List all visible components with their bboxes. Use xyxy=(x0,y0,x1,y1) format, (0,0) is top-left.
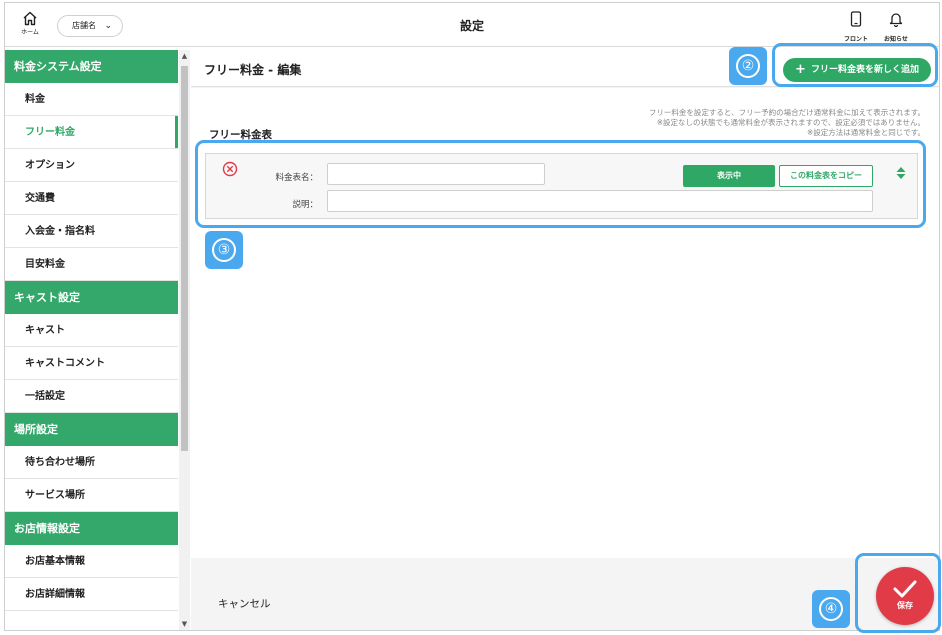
badge-number: ④ xyxy=(819,597,843,621)
highlight-add-button xyxy=(772,43,938,87)
annotation-badge-2: ② xyxy=(729,47,767,85)
annotation-badge-3: ③ xyxy=(205,231,243,269)
sidebar-item-transport-fee[interactable]: 交通費 xyxy=(5,182,178,215)
sidebar-item-admission-fee[interactable]: 入会金・指名料 xyxy=(5,215,178,248)
home-label: ホーム xyxy=(21,29,39,36)
home-button[interactable]: ホーム xyxy=(13,9,47,43)
app-window: ホーム 店舗名 ⌄ 設定 フロント お知らせ 料金システム設定 料金 フリー料金 xyxy=(4,2,940,631)
chevron-down-icon: ⌄ xyxy=(104,21,112,31)
sidebar-section-store-info: お店情報設定 xyxy=(5,512,178,545)
sidebar-item-bulk-settings[interactable]: 一括設定 xyxy=(5,380,178,413)
sidebar-list: 料金システム設定 料金 フリー料金 オプション 交通費 入会金・指名料 目安料金… xyxy=(5,50,178,611)
sidebar-item-cast-comment[interactable]: キャストコメント xyxy=(5,347,178,380)
sidebar-item-meeting-place[interactable]: 待ち合わせ場所 xyxy=(5,446,178,479)
notice-label: お知らせ xyxy=(884,36,908,43)
scroll-thumb[interactable] xyxy=(181,66,188,451)
sidebar-item-cast[interactable]: キャスト xyxy=(5,314,178,347)
sidebar-section-cast: キャスト設定 xyxy=(5,281,178,314)
scroll-down-icon[interactable]: ▼ xyxy=(179,620,190,628)
home-icon xyxy=(23,11,37,26)
sidebar-section-places: 場所設定 xyxy=(5,413,178,446)
sidebar-item-store-detail-info[interactable]: お店詳細情報 xyxy=(5,578,178,611)
help-note-line: ※設定なしの状態でも通常料金が表示されますので、設定必須ではありません。 xyxy=(656,118,925,127)
main-title: フリー料金 - 編集 xyxy=(204,63,302,77)
sidebar-scrollbar[interactable]: ▲ ▼ xyxy=(179,50,190,630)
scroll-up-icon[interactable]: ▲ xyxy=(179,52,190,60)
help-note: フリー料金を設定すると、フリー予約の場合だけ通常料金に加えて表示されます。 ※設… xyxy=(605,108,925,138)
highlight-price-table xyxy=(195,140,926,228)
sidebar-item-pricing[interactable]: 料金 xyxy=(5,83,178,116)
sidebar-section-pricing: 料金システム設定 xyxy=(5,50,178,83)
help-note-line: ※設定方法は通常料金と同じです。 xyxy=(806,128,925,137)
bell-icon xyxy=(889,13,903,28)
store-select-value: 店舗名 xyxy=(72,21,96,30)
highlight-save-button xyxy=(855,553,941,633)
front-button[interactable]: フロント xyxy=(841,11,871,43)
sidebar-item-options[interactable]: オプション xyxy=(5,149,178,182)
page-title: 設定 xyxy=(459,19,484,33)
badge-number: ② xyxy=(736,54,760,78)
badge-number: ③ xyxy=(212,238,236,262)
annotation-badge-4: ④ xyxy=(812,590,850,628)
smartphone-icon xyxy=(850,11,862,27)
store-select[interactable]: 店舗名 ⌄ xyxy=(57,15,123,37)
sidebar-item-estimated-price[interactable]: 目安料金 xyxy=(5,248,178,281)
front-label: フロント xyxy=(843,36,868,43)
sidebar-item-store-basic-info[interactable]: お店基本情報 xyxy=(5,545,178,578)
sidebar: 料金システム設定 料金 フリー料金 オプション 交通費 入会金・指名料 目安料金… xyxy=(5,50,190,630)
help-note-line: フリー料金を設定すると、フリー予約の場合だけ通常料金に加えて表示されます。 xyxy=(648,108,925,117)
cancel-button[interactable]: キャンセル xyxy=(218,596,271,611)
main-panel: フリー料金 - 編集 + フリー料金表を新しく追加 フリー料金を設定すると、フリー… xyxy=(191,50,939,630)
notice-button[interactable]: お知らせ xyxy=(881,11,911,43)
sidebar-item-service-place[interactable]: サービス場所 xyxy=(5,479,178,512)
sidebar-item-free-pricing[interactable]: フリー料金 xyxy=(5,116,178,149)
top-bar: ホーム 店舗名 ⌄ 設定 フロント お知らせ xyxy=(5,3,939,47)
